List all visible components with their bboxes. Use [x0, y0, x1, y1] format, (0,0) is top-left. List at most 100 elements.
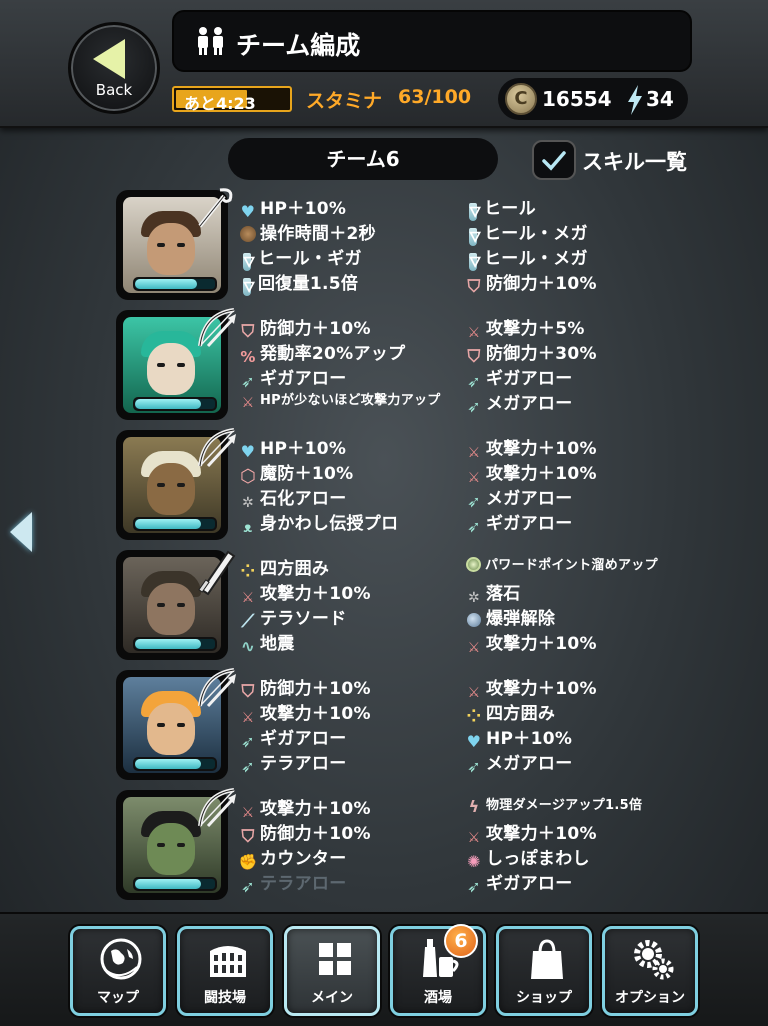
- arrow-icon: [238, 877, 258, 897]
- nav-button[interactable]: オプション: [602, 926, 698, 1016]
- skill-entry: パワードポイント溜めアップ: [464, 554, 658, 578]
- skill-text: ヒール・ギガ: [258, 249, 362, 269]
- skill-entry: 攻撃力＋10%: [238, 579, 371, 604]
- bolt-icon: [464, 797, 484, 817]
- unit-hp-fill: [135, 639, 201, 649]
- skill-text: 石化アロー: [260, 489, 347, 509]
- eye: [177, 603, 185, 607]
- unit-hp-bar: [133, 637, 217, 651]
- skill-entry: 身かわし伝授プロ: [238, 509, 399, 534]
- unit-hp-fill: [135, 519, 201, 529]
- portrait-face: [147, 223, 195, 275]
- skill-list-checkbox[interactable]: [532, 140, 576, 180]
- skill-entry: ギガアロー: [238, 364, 347, 389]
- shield-icon: [464, 277, 484, 297]
- skill-text: HP＋10%: [486, 729, 573, 749]
- skill-entry: 回復量1.5倍: [238, 269, 358, 296]
- clock-icon: [240, 226, 256, 242]
- unit-row[interactable]: HP＋10% 魔防＋10% 石化アロー身かわし伝授プロ 攻撃力＋10% 攻撃力＋10% メ…: [0, 428, 768, 545]
- skill-text: カウンター: [260, 849, 347, 869]
- unit-hp-bar: [133, 277, 217, 291]
- skill-text: メガアロー: [486, 394, 573, 414]
- skill-text: ヒール・メガ: [484, 249, 588, 269]
- arrow-icon: [464, 517, 484, 537]
- skill-entry: テラアロー: [238, 869, 347, 894]
- skill-entry: 攻撃力＋10%: [464, 459, 597, 484]
- grid-icon: [313, 937, 357, 985]
- skill-entry: メガアロー: [464, 484, 573, 509]
- skill-entry: 発動率20%アップ: [238, 339, 405, 364]
- eye: [157, 723, 165, 727]
- skill-text: ヒール・メガ: [484, 224, 588, 244]
- skill-text: 身かわし伝授プロ: [260, 514, 399, 534]
- nav-button[interactable]: 闘技場: [177, 926, 273, 1016]
- skill-entry: ヒール・メガ: [464, 219, 588, 246]
- skill-entry: 魔防＋10%: [238, 459, 354, 484]
- nav-button[interactable]: マップ: [70, 926, 166, 1016]
- unit-row[interactable]: HP＋10% 操作時間＋2秒ヒール・ギガ回復量1.5倍 ヒールヒール・メガヒール・メ…: [0, 188, 768, 305]
- bow-icon: [194, 786, 238, 836]
- skill-entry: 防御力＋10%: [238, 314, 371, 339]
- sword-icon: [464, 638, 484, 658]
- skill-text: ギガアロー: [260, 729, 347, 749]
- skill-text: 攻撃力＋10%: [260, 799, 371, 819]
- skill-text: 四方囲み: [260, 559, 330, 579]
- team-members-icon: [198, 27, 223, 55]
- skill-text: ギガアロー: [260, 369, 347, 389]
- skill-entry: テラソード: [238, 604, 347, 629]
- portrait-face: [147, 583, 195, 635]
- nav-button[interactable]: ショップ: [496, 926, 592, 1016]
- sword-icon: [194, 546, 238, 600]
- skill-text: ギガアロー: [486, 874, 573, 894]
- portrait-face: [147, 343, 195, 395]
- skill-entry: 防御力＋10%: [238, 674, 371, 699]
- skill-entry: 攻撃力＋10%: [464, 674, 597, 699]
- skill-entry: ヒール・メガ: [464, 244, 588, 271]
- skill-text: メガアロー: [486, 489, 573, 509]
- back-arrow-icon: [93, 39, 125, 79]
- skill-entry: 四方囲み: [238, 554, 330, 579]
- unit-hp-fill: [135, 879, 201, 889]
- skill-entry: HP＋10%: [238, 194, 346, 219]
- skill-entry: 地震: [238, 629, 295, 654]
- skill-entry: 操作時間＋2秒: [238, 219, 376, 244]
- staff-icon: [194, 186, 236, 234]
- skill-entry: 物理ダメージアップ1.5倍: [464, 794, 642, 818]
- skill-text: メガアロー: [486, 754, 573, 774]
- nav-label: オプション: [615, 990, 685, 1006]
- unit-row[interactable]: 攻撃力＋10%防御力＋10%カウンターテラアロー物理ダメージアップ1.5倍攻撃力…: [0, 788, 768, 905]
- nav-button[interactable]: メイン: [284, 926, 380, 1016]
- unit-row[interactable]: 防御力＋10% 発動率20%アップギガアロー HPが少ないほど攻撃力アップ 攻撃力＋5…: [0, 308, 768, 425]
- back-label: Back: [95, 81, 133, 99]
- tavern-notification-badge: 6: [444, 924, 478, 958]
- stamina-value: 63/100: [398, 86, 472, 108]
- bottom-nav: マップ 闘技場 メイン 酒場 ショップ オプション: [0, 912, 768, 1026]
- skill-entry: 石化アロー: [238, 484, 347, 509]
- skill-entry: 攻撃力＋10%: [464, 434, 597, 459]
- back-button[interactable]: Back: [68, 22, 160, 114]
- skill-entry: 落石: [464, 579, 521, 604]
- skill-text: 防御力＋10%: [260, 824, 371, 844]
- team-name[interactable]: チーム6: [228, 138, 498, 180]
- unit-hp-bar: [133, 757, 217, 771]
- portrait-face: [147, 463, 195, 515]
- skill-list-label[interactable]: スキル一覧: [582, 146, 687, 176]
- skill-text: 防御力＋10%: [486, 274, 597, 294]
- skill-text: 防御力＋10%: [260, 679, 371, 699]
- skill-text: HP＋10%: [260, 439, 347, 459]
- skill-text: しっぽまわし: [486, 849, 590, 869]
- skill-entry: カウンター: [238, 844, 347, 869]
- skill-text: HPが少ないほど攻撃力アップ: [260, 393, 441, 408]
- stamina-timer: あと4:23: [184, 94, 256, 113]
- bow-icon: [194, 666, 238, 716]
- skill-text: 攻撃力＋10%: [486, 634, 597, 654]
- nav-label: 闘技場: [204, 990, 246, 1006]
- lightning-icon: [628, 85, 642, 115]
- orb-icon: [466, 557, 481, 572]
- unit-row[interactable]: 四方囲み攻撃力＋10%テラソード地震パワードポイント溜めアップ落石爆弾解除攻撃力…: [0, 550, 768, 665]
- skill-entry: 攻撃力＋10%: [464, 819, 597, 844]
- skill-entry: 四方囲み: [464, 699, 555, 724]
- wave-icon: [238, 637, 258, 657]
- unit-row[interactable]: 防御力＋10% 攻撃力＋10% ギガアローテラアロー 攻撃力＋10% 四方囲み HP＋10…: [0, 668, 768, 785]
- skill-entry: メガアロー: [464, 389, 573, 414]
